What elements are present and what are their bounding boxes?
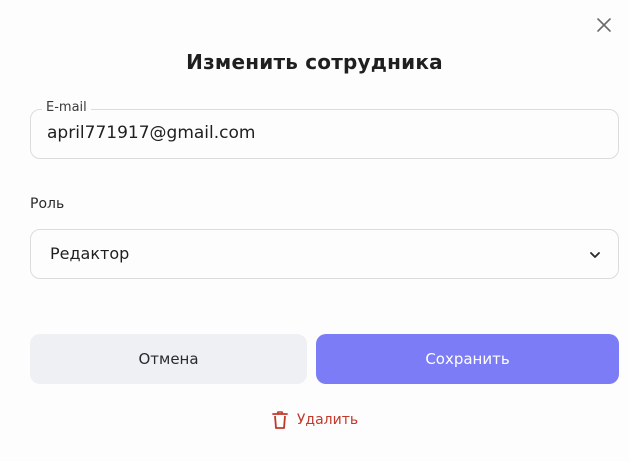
delete-button[interactable]: Удалить: [0, 410, 629, 430]
email-input[interactable]: [47, 121, 607, 145]
email-label: E-mail: [42, 100, 91, 116]
delete-label: Удалить: [296, 412, 359, 428]
role-select[interactable]: Редактор: [30, 229, 619, 279]
save-button[interactable]: Сохранить: [316, 334, 619, 384]
save-button-label: Сохранить: [425, 350, 510, 368]
edit-employee-dialog: Изменить сотрудника E-mail Роль Редактор…: [0, 0, 629, 461]
cancel-button[interactable]: Отмена: [30, 334, 307, 384]
role-label: Роль: [30, 196, 65, 212]
close-button[interactable]: [593, 14, 615, 36]
chevron-down-icon: [590, 252, 600, 258]
dialog-title: Изменить сотрудника: [186, 50, 443, 74]
role-select-value: Редактор: [50, 244, 130, 263]
close-icon: [597, 18, 611, 32]
cancel-button-label: Отмена: [138, 350, 199, 368]
trash-icon: [271, 411, 288, 429]
